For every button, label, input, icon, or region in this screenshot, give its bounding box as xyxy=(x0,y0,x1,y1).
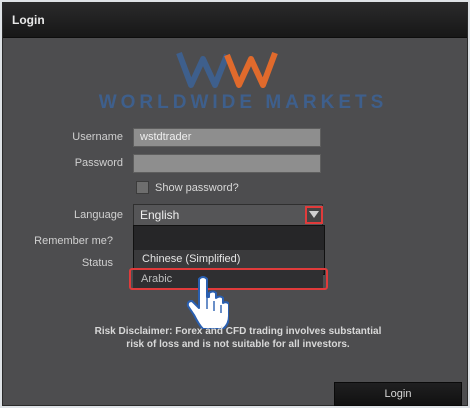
brand-name: WORLDWIDE MARKETS xyxy=(98,92,388,113)
password-label: Password xyxy=(74,157,123,169)
show-password-checkbox[interactable] xyxy=(136,181,149,194)
disclaimer-line-2: risk of loss and is not suitable for all… xyxy=(126,339,350,350)
language-option-chinese[interactable]: Chinese (Simplified) xyxy=(134,250,324,270)
remember-label: Remember me? xyxy=(34,235,113,247)
password-input[interactable] xyxy=(133,154,321,173)
title-bar: Login xyxy=(3,3,467,38)
login-window: Login WORLDWIDE MARKETS Username wstdtra… xyxy=(2,2,468,406)
chevron-down-icon xyxy=(309,211,319,218)
wwm-logo-icon xyxy=(176,51,278,88)
risk-disclaimer: Risk Disclaimer: Forex and CFD trading i… xyxy=(73,325,403,351)
username-label: Username xyxy=(72,131,123,143)
hand-pointer-icon xyxy=(186,276,229,329)
language-select[interactable]: English xyxy=(133,204,323,226)
language-label: Language xyxy=(74,209,123,221)
disclaimer-line-1: Risk Disclaimer: Forex and CFD trading i… xyxy=(94,326,382,337)
username-input[interactable]: wstdtrader xyxy=(133,128,321,147)
show-password-label: Show password? xyxy=(155,182,239,194)
login-button[interactable]: Login xyxy=(334,382,462,406)
language-dropdown-button[interactable] xyxy=(305,206,323,224)
status-label: Status xyxy=(81,257,113,269)
window-title: Login xyxy=(12,13,45,27)
